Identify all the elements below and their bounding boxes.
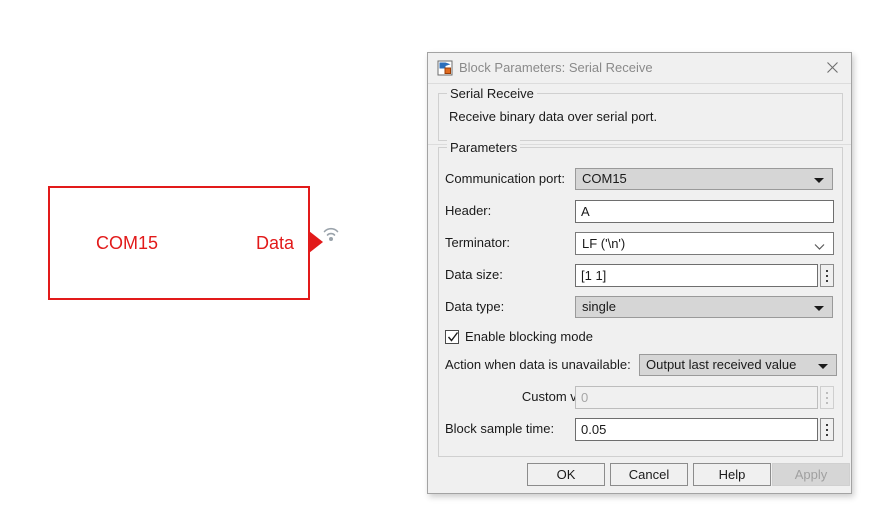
enable-blocking-mode-row: Enable blocking mode xyxy=(439,328,844,348)
block-parameters-icon xyxy=(437,60,453,76)
block-sample-time-input[interactable]: 0.05 xyxy=(575,418,818,441)
row-data-type: Data type: single xyxy=(439,296,844,318)
block-sample-time-label: Block sample time: xyxy=(445,421,555,436)
enable-blocking-mode-label: Enable blocking mode xyxy=(465,329,593,344)
chevron-down-icon xyxy=(814,178,824,183)
simulink-canvas: COM15 Data xyxy=(0,0,430,524)
help-button[interactable]: Help xyxy=(693,463,771,486)
action-when-unavailable-select[interactable]: Output last received value xyxy=(639,354,837,376)
data-type-select[interactable]: single xyxy=(575,296,833,318)
data-size-more-button[interactable] xyxy=(820,264,834,287)
action-when-unavailable-value: Output last received value xyxy=(646,357,797,372)
row-terminator: Terminator: LF ('\n') xyxy=(439,232,844,255)
block-input-label: COM15 xyxy=(96,233,159,253)
custom-value-more-button[interactable] xyxy=(820,386,834,409)
cancel-button[interactable]: Cancel xyxy=(610,463,688,486)
row-communication-port: Communication port: COM15 xyxy=(439,168,844,190)
header-value: A xyxy=(581,204,590,219)
communication-port-label: Communication port: xyxy=(445,171,565,186)
wireless-signal-icon xyxy=(320,224,342,246)
data-type-label: Data type: xyxy=(445,299,505,314)
description-groupbox: Serial Receive Receive binary data over … xyxy=(438,86,843,141)
chevron-down-icon xyxy=(814,306,824,311)
close-icon[interactable] xyxy=(813,53,851,82)
description-groupbox-legend: Serial Receive xyxy=(447,86,537,101)
block-parameters-dialog: Block Parameters: Serial Receive Serial … xyxy=(427,52,852,494)
communication-port-value: COM15 xyxy=(582,171,627,186)
data-size-input[interactable]: [1 1] xyxy=(575,264,818,287)
block-sample-time-value: 0.05 xyxy=(581,422,607,437)
ok-button[interactable]: OK xyxy=(527,463,605,486)
terminator-label: Terminator: xyxy=(445,235,511,250)
parameters-groupbox-legend: Parameters xyxy=(447,140,521,155)
header-input[interactable]: A xyxy=(575,200,834,223)
row-data-size: Data size: [1 1] xyxy=(439,264,844,287)
block-output-label: Data xyxy=(256,233,295,253)
row-custom-value: Custom value: 0 xyxy=(439,386,844,409)
data-size-value: [1 1] xyxy=(581,268,607,283)
enable-blocking-mode-checkbox[interactable] xyxy=(445,330,459,344)
chevron-down-icon xyxy=(814,239,825,254)
header-label: Header: xyxy=(445,203,492,218)
apply-button[interactable]: Apply xyxy=(772,463,850,486)
custom-value-input[interactable]: 0 xyxy=(575,386,818,409)
row-header: Header: A xyxy=(439,200,844,223)
action-when-unavailable-label: Action when data is unavailable: xyxy=(445,357,631,372)
dialog-titlebar[interactable]: Block Parameters: Serial Receive xyxy=(428,53,851,84)
chevron-down-icon xyxy=(818,364,828,369)
description-text: Receive binary data over serial port. xyxy=(449,109,658,124)
dialog-title: Block Parameters: Serial Receive xyxy=(459,60,653,75)
custom-value-value: 0 xyxy=(581,390,589,405)
data-size-label: Data size: xyxy=(445,267,503,282)
dialog-button-bar: OK Cancel Help Apply xyxy=(428,455,851,493)
block-sample-time-more-button[interactable] xyxy=(820,418,834,441)
data-type-value: single xyxy=(582,299,616,314)
parameters-groupbox: Parameters Communication port: COM15 Hea… xyxy=(438,140,844,457)
communication-port-select[interactable]: COM15 xyxy=(575,168,833,190)
row-action-when-unavailable: Action when data is unavailable: Output … xyxy=(439,354,844,376)
terminator-select[interactable]: LF ('\n') xyxy=(575,232,834,255)
terminator-value: LF ('\n') xyxy=(582,236,626,251)
row-block-sample-time: Block sample time: 0.05 xyxy=(439,418,844,441)
